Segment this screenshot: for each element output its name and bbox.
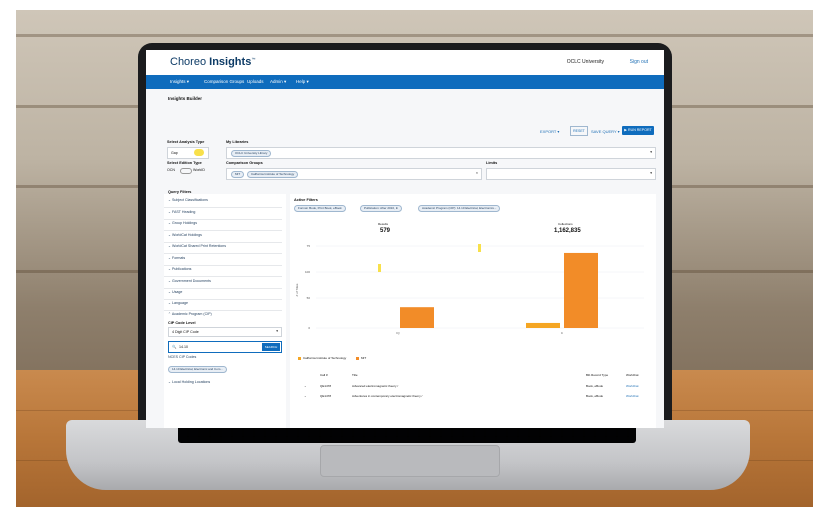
y-tick-label: 50 bbox=[307, 296, 311, 300]
nav-uploads[interactable]: Uploads bbox=[247, 79, 264, 84]
highlight-marker bbox=[478, 244, 481, 252]
filter-formats[interactable]: ⌄ Formats bbox=[168, 256, 185, 260]
highlight-marker bbox=[378, 264, 381, 272]
filter-subject[interactable]: ⌄ Subject Classifications bbox=[168, 198, 208, 202]
chevron-down-icon[interactable]: ▾ bbox=[650, 150, 652, 154]
query-filters-panel: Query Filters ⌄ Subject Classifications … bbox=[164, 190, 286, 428]
analysis-type-label: Select Analysis Type bbox=[167, 140, 205, 144]
breadcrumb: Insights Builder bbox=[168, 96, 203, 101]
analysis-type-select[interactable]: Gap bbox=[167, 147, 209, 159]
legend-swatch-caltech bbox=[298, 357, 301, 360]
legend-mit: MIT bbox=[361, 356, 367, 360]
filter-fast[interactable]: ⌄ FAST Heading bbox=[168, 210, 195, 214]
chevron-down-icon[interactable]: ▾ bbox=[650, 171, 652, 175]
shelf bbox=[16, 34, 813, 37]
edition-toggle[interactable] bbox=[180, 168, 192, 174]
bar-mit bbox=[400, 307, 434, 328]
chevron-down-icon: ▾ bbox=[276, 329, 278, 333]
y-axis-label: # of Titles bbox=[295, 283, 299, 296]
search-button[interactable]: SEARCH bbox=[262, 343, 280, 351]
results-panel: Active Filters Format: Book, Print Book,… bbox=[290, 194, 656, 428]
expand-icon[interactable]: ⌄ bbox=[304, 394, 307, 398]
filter-shared-print[interactable]: ⌄ WorldCat Shared Print Retentions bbox=[168, 244, 226, 248]
expand-icon[interactable]: ⌄ bbox=[304, 384, 307, 388]
main-nav: Insights ▾ Comparison Groups Uploads Adm… bbox=[146, 75, 664, 89]
reset-button[interactable]: RESET bbox=[570, 126, 588, 136]
bar-chart: 75 100 50 0 # of Titles IQ C bbox=[295, 244, 644, 335]
filter-gov-docs[interactable]: ⌄ Government Documents bbox=[168, 279, 211, 283]
run-report-button[interactable]: ▶ RUN REPORT bbox=[622, 126, 654, 135]
filter-publications[interactable]: ⌄ Publications bbox=[168, 267, 191, 271]
cip-level-label: CIP Code Level bbox=[168, 321, 196, 325]
nav-admin[interactable]: Admin ▾ bbox=[270, 79, 286, 85]
stat-label-results: Results bbox=[378, 222, 389, 226]
nav-help[interactable]: Help ▾ bbox=[296, 79, 309, 85]
query-filters-heading: Query Filters bbox=[168, 190, 192, 194]
stat-value-results: 579 bbox=[380, 228, 391, 234]
filter-usage[interactable]: ⌄ Usage bbox=[168, 290, 182, 294]
institution-name: OCLC University bbox=[566, 59, 604, 65]
edition-type-label: Select Edition Type bbox=[167, 161, 202, 165]
y-tick-label: 0 bbox=[308, 326, 310, 330]
stat-value-collections: 1,162,835 bbox=[554, 228, 581, 234]
filter-local-holdings[interactable]: ⌄ Local Holding Locations bbox=[168, 380, 210, 384]
filter-worldcat-holdings[interactable]: ⌄ WorldCat Holdings bbox=[168, 233, 202, 237]
legend-caltech: California Institute of Technology bbox=[303, 356, 347, 360]
comparison-chip-mit[interactable]: MIT bbox=[231, 171, 245, 178]
app-header: Choreo Insights™ OCLC University Sign ou… bbox=[146, 50, 664, 76]
save-query-button[interactable]: SAVE QUERY ▾ bbox=[591, 129, 620, 134]
nces-link[interactable]: NCES CIP Codes bbox=[168, 355, 196, 359]
filter-language[interactable]: ⌄ Language bbox=[168, 301, 188, 305]
trackpad bbox=[320, 445, 500, 477]
bar-mit bbox=[564, 252, 598, 328]
my-libraries-field[interactable]: OCLC University Library ▾ bbox=[226, 147, 656, 159]
active-filter-chip[interactable]: Format: Book, Print Book, eBook bbox=[294, 205, 346, 212]
y-tick-label: 75 bbox=[307, 244, 311, 248]
edition-workid: WorkID bbox=[193, 168, 205, 172]
limits-label: Limits bbox=[486, 161, 498, 165]
close-icon[interactable]: × bbox=[476, 171, 478, 175]
my-libraries-label: My Libraries bbox=[226, 140, 249, 144]
comparison-groups-field[interactable]: MIT California Institute of Technology × bbox=[226, 168, 482, 180]
laptop-screen: Choreo Insights™ OCLC University Sign ou… bbox=[146, 50, 664, 428]
col-title: Title bbox=[352, 373, 358, 377]
filter-group-holdings[interactable]: ⌄ Group Holdings bbox=[168, 221, 197, 225]
stat-label-collections: Collections bbox=[558, 222, 573, 226]
active-filter-chip[interactable]: Academic Program (CIP): 14.10 Electrical… bbox=[418, 205, 501, 212]
signout-link[interactable]: Sign out bbox=[630, 59, 648, 65]
worldcat-link[interactable]: WorldCat bbox=[626, 384, 638, 388]
active-filter-chip[interactable]: Publication: After 2010, In bbox=[360, 205, 403, 212]
active-filters-heading: Active Filters bbox=[294, 198, 318, 202]
cip-level-select[interactable]: 4 Digit CIP Code ▾ bbox=[168, 327, 282, 337]
col-worldcat: WorldCat bbox=[626, 373, 639, 377]
cip-search-input[interactable]: 🔍 14.10 SEARCH bbox=[168, 341, 282, 353]
cip-selected-chip[interactable]: 14.10 Electrical, Electronic and Com... bbox=[168, 366, 227, 373]
toggle-highlight bbox=[194, 149, 204, 156]
y-tick-label: 100 bbox=[305, 270, 310, 274]
filter-academic-program[interactable]: ⌃ Academic Program (CIP) bbox=[168, 312, 212, 316]
worldcat-link[interactable]: WorldCat bbox=[626, 394, 638, 398]
col-bib: Bib Record Type bbox=[586, 373, 609, 377]
library-chip[interactable]: OCLC University Library bbox=[231, 150, 272, 157]
edition-ocn: OCN bbox=[167, 168, 175, 172]
brand-logo: Choreo Insights™ bbox=[170, 56, 256, 68]
col-call: Call # bbox=[320, 373, 328, 377]
x-tick-label: IQ bbox=[396, 331, 400, 335]
legend-swatch-mit bbox=[356, 357, 359, 360]
comparison-chip-caltech[interactable]: California Institute of Technology bbox=[247, 171, 299, 178]
nav-insights[interactable]: Insights ▾ bbox=[170, 79, 189, 85]
limits-field[interactable]: ▾ bbox=[486, 168, 656, 180]
search-icon: 🔍 bbox=[172, 345, 177, 349]
bar-caltech bbox=[526, 322, 560, 328]
nav-comparison-groups[interactable]: Comparison Groups bbox=[204, 79, 244, 84]
export-button[interactable]: EXPORT ▾ bbox=[540, 129, 559, 134]
x-tick-label: C bbox=[561, 331, 564, 335]
comparison-groups-label: Comparison Groups bbox=[226, 161, 263, 165]
